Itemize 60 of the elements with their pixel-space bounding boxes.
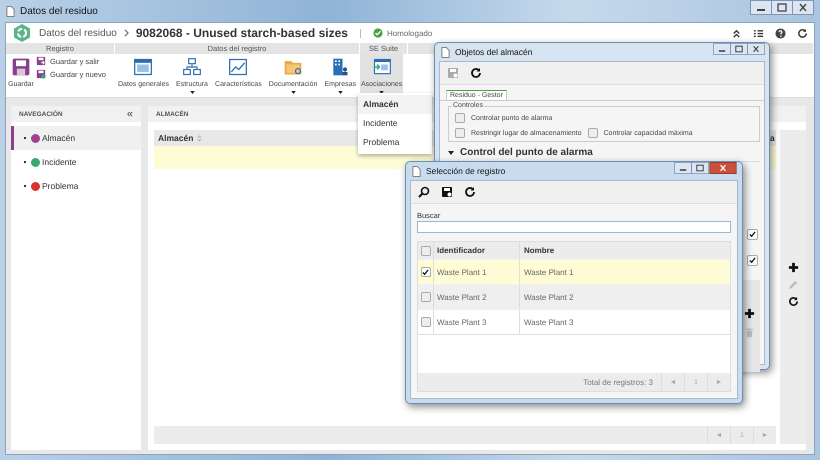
- document-icon: [412, 166, 421, 176]
- close-button[interactable]: [792, 0, 814, 15]
- checkbox[interactable]: [747, 255, 758, 266]
- nav-item[interactable]: Incidente: [11, 150, 141, 174]
- chevron-icon: [124, 29, 129, 37]
- window-icon: [133, 57, 154, 77]
- collapse-button[interactable]: «: [126, 108, 133, 120]
- checkbox[interactable]: [420, 267, 430, 277]
- menu-item[interactable]: Incidente: [358, 114, 432, 133]
- search-icon[interactable]: [418, 186, 430, 198]
- table-cell: Waste Plant 3: [434, 310, 520, 334]
- document-icon: [6, 6, 15, 16]
- search-field[interactable]: [417, 221, 731, 233]
- caret-icon: [190, 91, 194, 94]
- minimize-button[interactable]: [713, 43, 731, 55]
- caret-icon: [338, 91, 343, 94]
- menu-item[interactable]: Almacén: [358, 95, 432, 114]
- nav-item[interactable]: Problema: [11, 174, 141, 198]
- help-icon[interactable]: [775, 28, 786, 38]
- hierarchy-icon: [182, 57, 202, 77]
- table-cell-text: Waste Plant 2: [523, 292, 574, 302]
- checkbox[interactable]: [420, 317, 430, 327]
- check-badge-icon: [372, 28, 383, 38]
- refresh-icon[interactable]: [797, 28, 808, 38]
- save-icon[interactable]: [441, 186, 453, 198]
- window-title: Datos del residuo: [20, 6, 98, 16]
- minimize-button[interactable]: [750, 0, 772, 15]
- refresh-icon[interactable]: [464, 186, 476, 198]
- checkbox[interactable]: [747, 229, 758, 240]
- dialog-title: Objetos del almacén: [455, 47, 532, 57]
- maximize-button[interactable]: [691, 162, 709, 174]
- close-button[interactable]: [747, 43, 765, 55]
- breadcrumb-link[interactable]: Datos del residuo: [39, 28, 117, 38]
- checkbox[interactable]: [420, 246, 430, 256]
- maximize-button[interactable]: [730, 43, 748, 55]
- table-cell-text: Waste Plant 3: [523, 318, 574, 326]
- caret-icon: [290, 91, 296, 94]
- record-count: Total de registros: 3: [583, 378, 653, 386]
- status-label: Homologado: [386, 28, 432, 38]
- add-icon[interactable]: [744, 308, 754, 319]
- table-cell-text: Waste Plant 1: [523, 268, 574, 276]
- line-chart-icon: [228, 57, 248, 77]
- collapse-icon[interactable]: [731, 28, 742, 38]
- minimize-button[interactable]: [674, 162, 692, 174]
- dialog-title: Selección de registro: [426, 166, 506, 176]
- add-icon[interactable]: [788, 262, 798, 273]
- column-header[interactable]: Nombre: [520, 246, 554, 255]
- checkbox[interactable]: [420, 292, 430, 302]
- refresh-icon[interactable]: [788, 296, 798, 307]
- column-header[interactable]: a: [770, 133, 775, 143]
- maximize-button[interactable]: [771, 0, 793, 15]
- document-icon: [441, 46, 450, 58]
- list-icon[interactable]: [753, 28, 764, 38]
- floppy-plus-icon: [36, 69, 46, 79]
- close-button[interactable]: [708, 162, 738, 174]
- refresh-icon[interactable]: [470, 67, 482, 79]
- menu-item[interactable]: Problema: [358, 133, 432, 152]
- column-header[interactable]: Almacén: [158, 133, 194, 143]
- nav-item[interactable]: Almacén: [11, 126, 141, 150]
- record-title: 9082068 - Unused starch-based sizes: [136, 26, 348, 40]
